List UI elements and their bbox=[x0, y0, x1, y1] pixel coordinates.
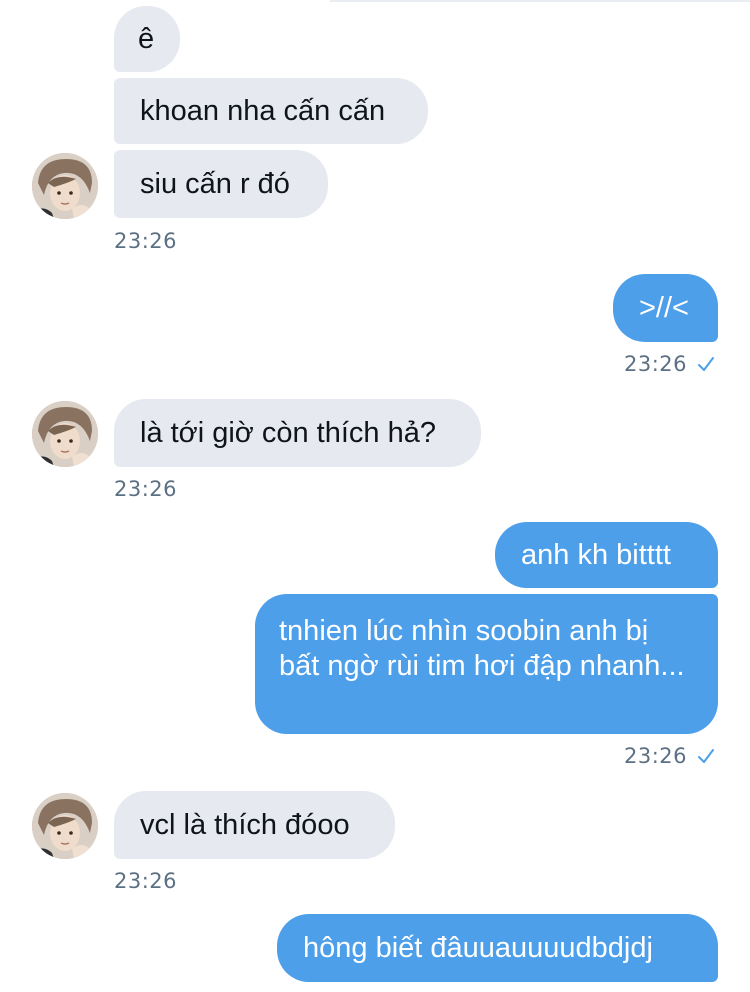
timestamp: 23:26 bbox=[624, 744, 688, 768]
timestamp: 23:26 bbox=[114, 477, 178, 501]
message-text: khoan nha cấn cấn bbox=[140, 95, 386, 127]
message-text: siu cấn r đó bbox=[140, 168, 290, 200]
message-bubble-incoming[interactable]: ê bbox=[114, 6, 180, 72]
check-icon bbox=[698, 357, 715, 371]
avatar-photo-icon bbox=[32, 793, 98, 859]
message-bubble-incoming[interactable]: vcl là thích đóoo bbox=[114, 791, 395, 859]
avatar[interactable] bbox=[32, 401, 98, 467]
timestamp: 23:26 bbox=[114, 869, 178, 893]
message-text: là tới giờ còn thích hả? bbox=[140, 417, 436, 449]
message-text: >//< bbox=[639, 292, 689, 324]
message-bubble-incoming[interactable]: khoan nha cấn cấn bbox=[114, 78, 428, 144]
check-icon bbox=[698, 749, 715, 763]
message-bubble-outgoing[interactable]: anh kh bitttt bbox=[495, 522, 718, 588]
message-text: ê bbox=[138, 23, 155, 55]
top-divider bbox=[330, 0, 750, 2]
avatar-photo-icon bbox=[32, 401, 98, 467]
message-text: anh kh bitttt bbox=[521, 539, 671, 571]
timestamp: 23:26 bbox=[114, 229, 178, 253]
avatar-photo-icon bbox=[32, 153, 98, 219]
message-bubble-outgoing[interactable]: hông biết đâuuauuuudbdjdj bbox=[277, 914, 718, 982]
message-text: hông biết đâuuauuuudbdjdj bbox=[303, 932, 653, 964]
message-bubble-outgoing[interactable]: tnhien lúc nhìn soobin anh bị bất ngờ rù… bbox=[255, 594, 718, 734]
avatar[interactable] bbox=[32, 153, 98, 219]
avatar[interactable] bbox=[32, 793, 98, 859]
message-text: tnhien lúc nhìn soobin anh bị bất ngờ rù… bbox=[279, 615, 685, 682]
message-bubble-incoming[interactable]: siu cấn r đó bbox=[114, 150, 328, 218]
timestamp: 23:26 bbox=[624, 352, 688, 376]
timestamp-row: 23:26 bbox=[624, 352, 715, 376]
message-text: vcl là thích đóoo bbox=[140, 809, 350, 841]
message-bubble-outgoing[interactable]: >//< bbox=[613, 274, 718, 342]
message-bubble-incoming[interactable]: là tới giờ còn thích hả? bbox=[114, 399, 481, 467]
timestamp-row: 23:26 bbox=[624, 744, 715, 768]
